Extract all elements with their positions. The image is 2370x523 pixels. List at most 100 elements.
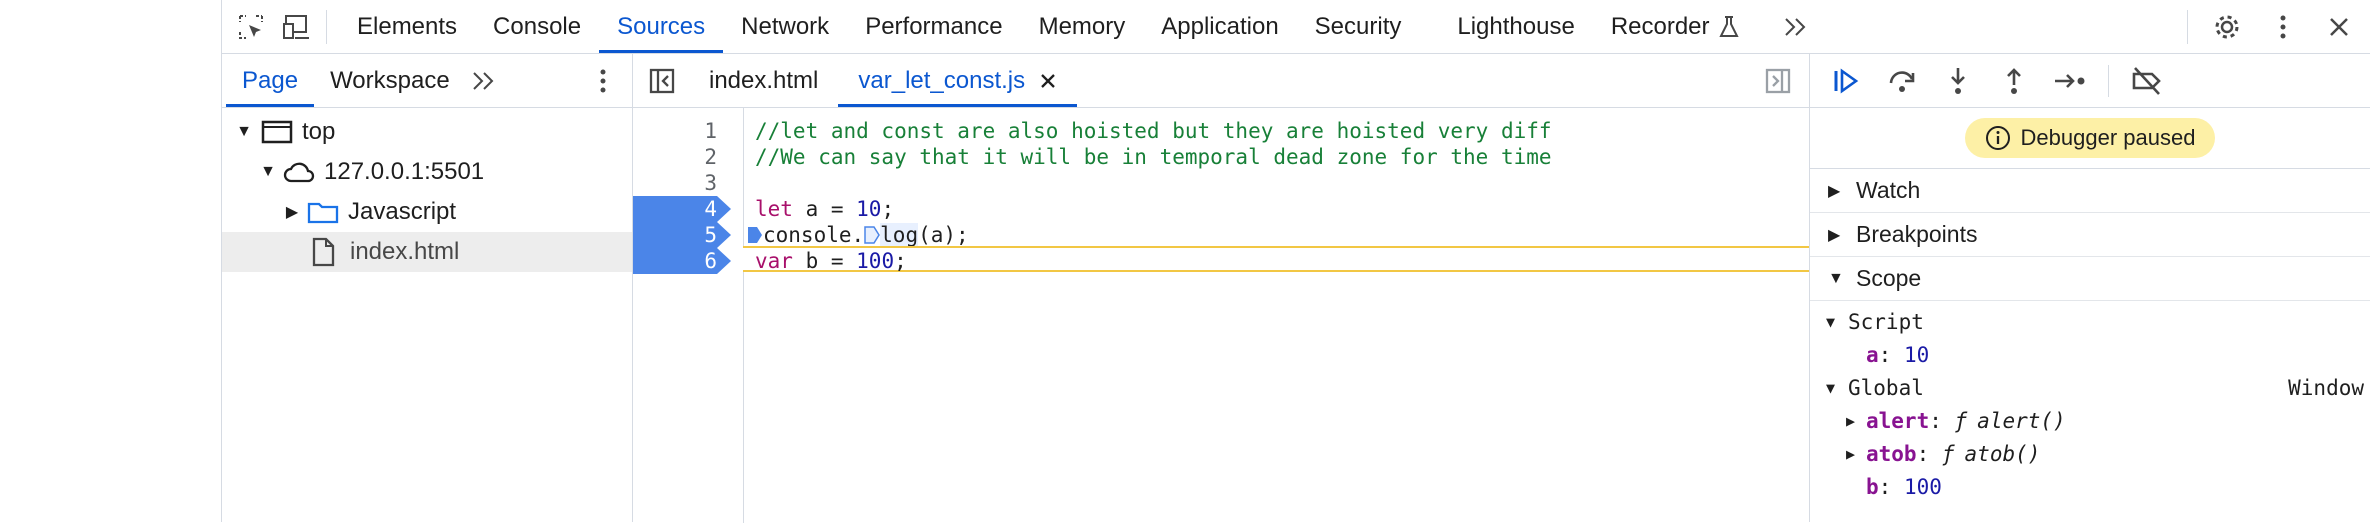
toolbar-right-actions bbox=[2187, 0, 2356, 53]
expanded-triangle-icon[interactable]: ▼ bbox=[234, 123, 254, 141]
file-navigator: Page Workspace ▼ top ▼ 127.0.0.1:5501 ▶ … bbox=[222, 54, 633, 522]
tree-label-top: top bbox=[302, 118, 336, 145]
debugger-paused-badge: Debugger paused bbox=[1964, 118, 2216, 158]
section-label: Breakpoints bbox=[1856, 221, 1978, 247]
tab-performance[interactable]: Performance bbox=[847, 0, 1020, 53]
tab-page[interactable]: Page bbox=[226, 54, 315, 107]
inline-breakpoint-active-icon[interactable] bbox=[747, 226, 763, 244]
code-text: var b = 100; bbox=[755, 248, 907, 274]
code-token: log bbox=[880, 223, 919, 247]
tree-label-folder: Javascript bbox=[348, 198, 457, 225]
inline-breakpoint-inactive-icon[interactable] bbox=[864, 226, 881, 244]
prop-value: alert() bbox=[1977, 408, 2066, 433]
tab-sources[interactable]: Sources bbox=[599, 0, 724, 53]
kebab-menu-icon[interactable] bbox=[2266, 10, 2300, 44]
scope-script[interactable]: ▼ Script bbox=[1810, 305, 2370, 338]
tree-item-folder[interactable]: ▶ Javascript bbox=[222, 192, 632, 232]
devtools-window: Elements Console Sources Network Perform… bbox=[222, 0, 2370, 523]
toggle-debugger-icon[interactable] bbox=[1761, 64, 1795, 98]
code-token: (a); bbox=[918, 223, 969, 247]
navigator-menu-icon[interactable] bbox=[586, 64, 620, 98]
breakpoint-marker[interactable]: 4 bbox=[633, 196, 731, 222]
collapsed-triangle-icon[interactable]: ▶ bbox=[282, 202, 302, 222]
collapsed-triangle-icon[interactable]: ▶ bbox=[1828, 181, 1842, 201]
global-prop-alert[interactable]: ▶ alert: ƒ alert() bbox=[1810, 404, 2370, 437]
code-token: b = bbox=[792, 249, 857, 273]
tab-application[interactable]: Application bbox=[1143, 0, 1296, 53]
tab-memory[interactable]: Memory bbox=[1021, 0, 1144, 53]
deactivate-breakpoints-icon[interactable] bbox=[2129, 63, 2165, 99]
tab-workspace[interactable]: Workspace bbox=[314, 54, 466, 107]
code-line-3[interactable]: 3 bbox=[633, 170, 1809, 196]
flask-icon bbox=[1718, 15, 1739, 37]
line-number[interactable]: 3 bbox=[633, 170, 717, 196]
tab-network[interactable]: Network bbox=[723, 0, 847, 53]
breakpoints-section[interactable]: ▶ Breakpoints bbox=[1810, 213, 2370, 257]
editor-tab-index-html[interactable]: index.html bbox=[689, 54, 838, 107]
step-icon[interactable] bbox=[2052, 63, 2088, 99]
prop-colon: : bbox=[1878, 474, 1904, 499]
code-text: //We can say that it will be in temporal… bbox=[755, 145, 1552, 169]
prop-name: b bbox=[1866, 474, 1879, 499]
scope-global[interactable]: ▼ Global Window bbox=[1810, 371, 2370, 404]
function-prefix: ƒ bbox=[1954, 408, 1968, 433]
editor-tab-var-let-const[interactable]: var_let_const.js bbox=[838, 54, 1078, 107]
line-number[interactable]: 1 bbox=[633, 118, 717, 144]
prop-name: alert bbox=[1866, 408, 1930, 433]
close-icon[interactable] bbox=[2322, 10, 2356, 44]
expanded-triangle-icon[interactable]: ▼ bbox=[1826, 379, 1848, 397]
resume-icon[interactable] bbox=[1828, 63, 1864, 99]
code-line-6[interactable]: 6 var b = 100; bbox=[633, 248, 1809, 274]
step-over-icon[interactable] bbox=[1884, 63, 1920, 99]
device-toolbar-icon[interactable] bbox=[280, 10, 314, 44]
toolbar-divider-right bbox=[2187, 9, 2188, 44]
paused-label: Debugger paused bbox=[2020, 125, 2196, 150]
code-token: ; bbox=[881, 197, 895, 221]
scope-var-a[interactable]: a: 10 bbox=[1810, 338, 2370, 371]
toggle-navigator-icon[interactable] bbox=[645, 64, 679, 98]
step-out-icon[interactable] bbox=[1996, 63, 2032, 99]
tree-item-host[interactable]: ▼ 127.0.0.1:5501 bbox=[222, 152, 632, 192]
tree-item-file[interactable]: index.html bbox=[222, 232, 632, 272]
code-text: let a = 10; bbox=[755, 196, 894, 222]
collapsed-triangle-icon[interactable]: ▶ bbox=[1846, 445, 1866, 463]
tab-console[interactable]: Console bbox=[475, 0, 599, 53]
tree-item-top[interactable]: ▼ top bbox=[222, 112, 632, 152]
toolbar-divider bbox=[326, 9, 327, 44]
more-navigator-tabs-icon[interactable] bbox=[466, 64, 500, 98]
expanded-triangle-icon[interactable]: ▼ bbox=[258, 163, 278, 181]
tab-recorder[interactable]: Recorder bbox=[1593, 0, 1758, 53]
collapsed-triangle-icon[interactable]: ▶ bbox=[1846, 412, 1866, 430]
code-line-4[interactable]: 4 let a = 10; bbox=[633, 196, 1809, 222]
code-token: ; bbox=[894, 249, 907, 273]
close-tab-icon[interactable] bbox=[1039, 72, 1057, 90]
cloud-icon bbox=[283, 162, 315, 183]
global-prop-b[interactable]: b: 100 bbox=[1810, 470, 2370, 503]
scope-label: Script bbox=[1848, 309, 1924, 334]
collapsed-triangle-icon[interactable]: ▶ bbox=[1828, 225, 1842, 245]
code-line-5[interactable]: 5 console. log(a); bbox=[633, 222, 1809, 248]
keyword: var bbox=[755, 249, 793, 273]
line-number[interactable]: 2 bbox=[633, 144, 717, 170]
tab-lighthouse[interactable]: Lighthouse bbox=[1439, 0, 1592, 53]
watch-section[interactable]: ▶ Watch bbox=[1810, 169, 2370, 213]
tab-security[interactable]: Security bbox=[1297, 0, 1420, 53]
global-prop-atob[interactable]: ▶ atob: ƒ atob() bbox=[1810, 437, 2370, 470]
code-line-2[interactable]: 2 //We can say that it will be in tempor… bbox=[633, 144, 1809, 170]
scope-section[interactable]: ▼ Scope bbox=[1810, 257, 2370, 301]
breakpoint-marker[interactable]: 5 bbox=[633, 222, 731, 248]
scope-label: Global bbox=[1848, 375, 1924, 400]
debugger-toolbar bbox=[1810, 54, 2370, 108]
expanded-triangle-icon[interactable]: ▼ bbox=[1826, 313, 1848, 331]
code-text: //let and const are also hoisted but the… bbox=[755, 119, 1552, 143]
tab-elements[interactable]: Elements bbox=[339, 0, 475, 53]
page-blank-area bbox=[0, 0, 222, 522]
more-tabs-chevron-icon[interactable] bbox=[1778, 10, 1812, 44]
inspect-element-icon[interactable] bbox=[234, 10, 268, 44]
breakpoint-marker[interactable]: 6 bbox=[633, 248, 731, 274]
editor-tabs: index.html var_let_const.js bbox=[633, 54, 1809, 108]
code-line-1[interactable]: 1 //let and const are also hoisted but t… bbox=[633, 118, 1809, 144]
step-into-icon[interactable] bbox=[1940, 63, 1976, 99]
expanded-triangle-icon[interactable]: ▼ bbox=[1828, 270, 1844, 288]
settings-gear-icon[interactable] bbox=[2210, 10, 2244, 44]
